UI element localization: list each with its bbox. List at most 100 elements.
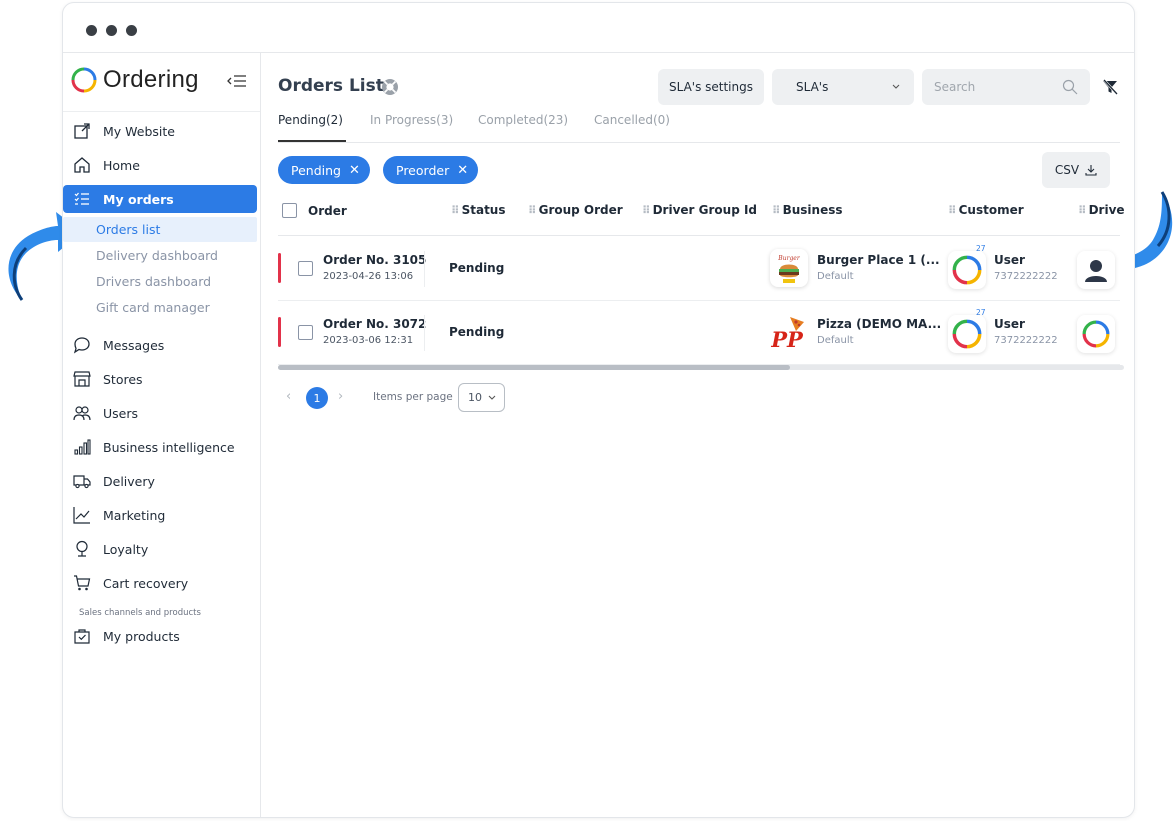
customer-phone: 7372222222 <box>994 271 1058 282</box>
tab-cancelled[interactable]: Cancelled(0) <box>594 113 670 142</box>
tab-completed[interactable]: Completed(23) <box>478 113 568 142</box>
search-input[interactable] <box>922 69 1052 105</box>
sidebar-item-label: Messages <box>103 337 165 353</box>
clear-filter-icon[interactable] <box>1102 79 1118 95</box>
order-number[interactable]: Order No. 3072 <box>323 317 426 331</box>
lifebuoy-help-icon[interactable] <box>381 78 399 96</box>
sidebar-section-label: Sales channels and products <box>79 608 201 618</box>
order-status-tabs: Pending(2) In Progress(3) Completed(23) … <box>278 113 1120 143</box>
sidebar-item-label: Home <box>103 157 140 173</box>
next-page-icon[interactable]: › <box>338 389 343 404</box>
customer-name: User <box>994 253 1025 267</box>
chevron-down-icon <box>892 84 900 89</box>
drag-handle-icon[interactable]: ⠿ <box>528 204 537 217</box>
sla-settings-button[interactable]: SLA's settings <box>658 69 764 105</box>
sidebar-item-label: My Website <box>103 123 175 139</box>
order-number[interactable]: Order No. 3105 <box>323 253 426 267</box>
bar-chart-icon <box>74 439 91 455</box>
tab-in-progress[interactable]: In Progress(3) <box>370 113 453 142</box>
sidebar-item-messages[interactable]: Messages <box>63 331 257 359</box>
page-number-current[interactable]: 1 <box>306 387 328 409</box>
sidebar-item-users[interactable]: Users <box>63 399 257 427</box>
sidebar-item-stores[interactable]: Stores <box>63 365 257 393</box>
tab-pending[interactable]: Pending(2) <box>278 113 343 142</box>
column-header[interactable]: ⠿ Customer <box>948 203 1024 217</box>
customer-name: User <box>994 317 1025 331</box>
search-icon[interactable] <box>1062 79 1078 95</box>
drag-handle-icon[interactable]: ⠿ <box>642 204 651 217</box>
sidebar-item-home[interactable]: Home <box>63 151 257 179</box>
select-all-checkbox-header: Order <box>282 203 347 218</box>
sidebar-subitem-gift-card-manager[interactable]: Gift card manager <box>63 295 257 320</box>
drag-handle-icon[interactable]: ⠿ <box>451 204 460 217</box>
column-header[interactable]: ⠿ Status <box>451 203 506 217</box>
select-all-checkbox[interactable] <box>282 203 297 218</box>
sidebar-subitem-drivers-dashboard[interactable]: Drivers dashboard <box>63 269 257 294</box>
previous-page-icon[interactable]: ‹ <box>286 389 291 404</box>
driver-avatar[interactable] <box>1077 315 1115 353</box>
sidebar-item-my-products[interactable]: My products <box>63 622 257 650</box>
collapse-menu-icon[interactable] <box>226 71 248 91</box>
sla-select[interactable]: SLA's <box>772 69 914 105</box>
sidebar-item-label: Business intelligence <box>103 439 235 455</box>
items-per-page-select[interactable]: 10 <box>458 383 505 412</box>
customer-avatar[interactable] <box>948 251 986 289</box>
csv-export-button[interactable]: CSV <box>1042 152 1110 188</box>
close-icon[interactable]: ✕ <box>349 163 360 178</box>
sla-select-value: SLA's <box>796 80 829 94</box>
column-header-driver: Drive <box>1088 203 1125 217</box>
chip-label: Preorder <box>396 162 450 178</box>
svg-text:PP: PP <box>770 327 804 351</box>
sidebar-item-delivery[interactable]: Delivery <box>63 467 257 495</box>
sidebar-item-label: My products <box>103 628 180 644</box>
column-header[interactable]: ⠿ Business <box>772 203 843 217</box>
drag-handle-icon[interactable]: ⠿ <box>948 204 957 217</box>
table-horizontal-scrollbar[interactable] <box>278 365 1124 370</box>
table-row[interactable]: Order No. 3072 2023-03-06 12:31 Pending … <box>278 301 1120 365</box>
scrollbar-thumb[interactable] <box>278 365 790 370</box>
column-header-business: Business <box>782 203 843 217</box>
sidebar-item-my-orders[interactable]: My orders <box>63 185 257 213</box>
filter-chip-pending[interactable]: Pending ✕ <box>278 156 370 184</box>
close-icon[interactable]: ✕ <box>457 163 468 178</box>
sidebar-item-business-intelligence[interactable]: Business intelligence <box>63 433 257 461</box>
column-header[interactable]: ⠿ Drive <box>1078 203 1125 217</box>
sidebar-item-marketing[interactable]: Marketing <box>63 501 257 529</box>
pending-status-bar <box>278 253 281 283</box>
sidebar-subitem-orders-list[interactable]: Orders list <box>63 217 257 242</box>
row-checkbox[interactable] <box>298 261 313 276</box>
brand-name: Ordering <box>103 66 199 93</box>
search-box <box>922 69 1090 105</box>
main-content: Orders List SLA's settings SLA's Pending… <box>262 53 1134 817</box>
column-header[interactable]: ⠿ Group Order <box>528 203 623 217</box>
divider <box>63 111 260 112</box>
driver-avatar[interactable] <box>1077 251 1115 289</box>
window-titlebar <box>63 3 1134 53</box>
svg-text:Burger: Burger <box>777 255 801 262</box>
business-subtitle: Default <box>817 271 854 282</box>
filter-chip-preorder[interactable]: Preorder ✕ <box>383 156 479 184</box>
items-per-page-label: Items per page <box>373 391 453 403</box>
active-tab-indicator <box>278 140 346 142</box>
order-date: 2023-04-26 13:06 <box>323 271 414 282</box>
window-dot-icon <box>106 25 117 36</box>
sidebar-item-my-website[interactable]: My Website <box>63 117 257 145</box>
sidebar-item-label: Marketing <box>103 507 166 523</box>
brand[interactable]: Ordering <box>71 65 199 95</box>
sidebar-item-loyalty[interactable]: Loyalty <box>63 535 257 563</box>
sidebar-item-label: My orders <box>103 191 174 207</box>
drag-handle-icon[interactable]: ⠿ <box>1078 204 1087 217</box>
divider <box>424 315 425 351</box>
sidebar-subitem-delivery-dashboard[interactable]: Delivery dashboard <box>63 243 257 268</box>
sidebar-item-cart-recovery[interactable]: Cart recovery <box>63 569 257 597</box>
customer-avatar[interactable] <box>948 315 986 353</box>
row-checkbox[interactable] <box>298 325 313 340</box>
business-logo: PP <box>770 313 808 351</box>
sidebar-item-label: Loyalty <box>103 541 149 557</box>
drag-handle-icon[interactable]: ⠿ <box>772 204 781 217</box>
column-header-order[interactable]: Order <box>308 204 347 218</box>
table-row[interactable]: Order No. 3105 2023-04-26 13:06 Pending … <box>278 237 1120 301</box>
external-link-icon <box>74 123 90 139</box>
column-header[interactable]: ⠿ Driver Group Id <box>642 203 757 217</box>
burger-logo-icon: Burger <box>777 255 801 283</box>
